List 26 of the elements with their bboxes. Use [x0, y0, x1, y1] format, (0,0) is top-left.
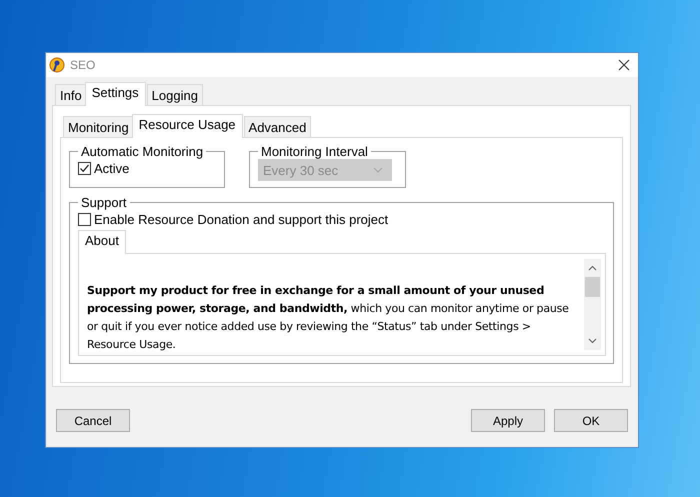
tab[interactable]: Settings — [84, 82, 146, 106]
window-title: SEO — [70, 58, 96, 72]
group-title: Monitoring Interval — [260, 144, 369, 159]
dialog-button[interactable]: Cancel — [56, 409, 130, 432]
tab[interactable]: Monitoring — [63, 116, 134, 137]
group-title: Support — [80, 195, 128, 210]
checkbox-label: Active — [94, 160, 130, 176]
about-text: Support my product for free in exchange for a small amount of your unused processing power, storage, and bandwidth, which you can monitor anytime or pause or quit if you ever notice added use by reviewing the “Status” tab under Settings > Resource Usage. — [87, 283, 570, 350]
scrollbar-thumb[interactable] — [585, 277, 600, 297]
tab[interactable]: Resource Usage — [132, 114, 243, 138]
checkbox[interactable] — [78, 212, 91, 226]
dialog-button[interactable]: OK — [554, 409, 628, 432]
checkbox-label: Enable Resource Donation and support this project — [94, 212, 388, 226]
dialog-button[interactable]: Apply — [471, 409, 545, 432]
tab[interactable]: About — [78, 230, 126, 254]
close-icon[interactable] — [618, 59, 630, 71]
app-logo-icon — [49, 57, 65, 73]
tab[interactable]: Info — [55, 84, 87, 105]
scroll-up-icon[interactable] — [588, 265, 597, 271]
scrollbar[interactable] — [584, 259, 601, 350]
group-title: Automatic Monitoring — [80, 144, 204, 159]
scroll-down-icon[interactable] — [588, 338, 597, 344]
tab[interactable]: Advanced — [244, 116, 312, 137]
chevron-down-icon — [373, 167, 383, 173]
checkbox[interactable] — [78, 162, 91, 174]
tab[interactable]: Logging — [146, 84, 203, 105]
